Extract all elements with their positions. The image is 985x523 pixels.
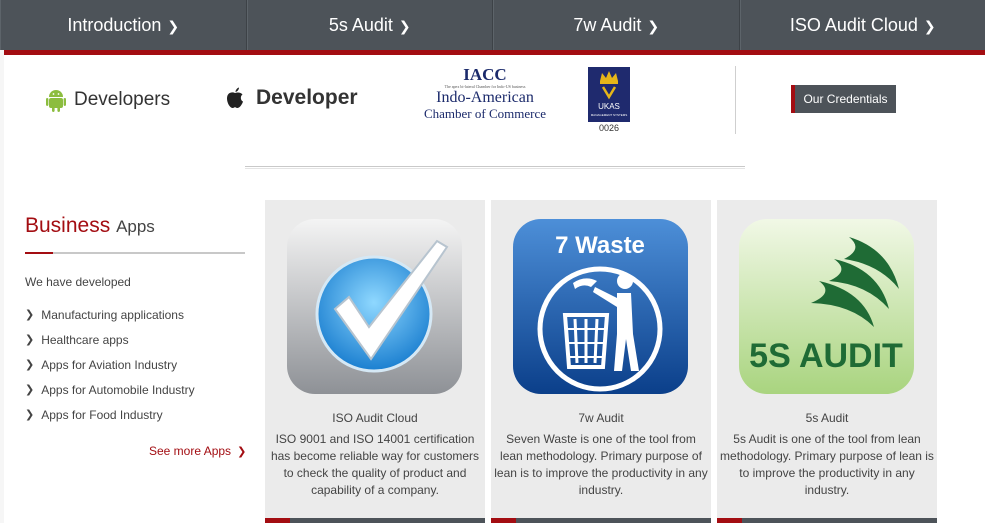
trash-bin-icon: 7 Waste xyxy=(513,219,688,394)
app-card-name: ISO Audit Cloud xyxy=(332,411,418,425)
chevron-right-icon: ❯ xyxy=(237,445,247,458)
list-item-label: Healthcare apps xyxy=(41,332,129,347)
app-card-7w-audit[interactable]: 7 Waste 7w Audit Seven Waste is one of t… xyxy=(491,200,711,523)
icon-text: 5S AUDIT xyxy=(749,337,903,375)
app-card-description: Seven Waste is one of the tool from lean… xyxy=(494,432,708,497)
chevron-right-icon: ❯ xyxy=(923,17,936,34)
ukas-sub: MANAGEMENT SYSTEMS xyxy=(591,113,628,117)
heading-underline xyxy=(25,252,245,254)
card-footer-bar xyxy=(717,518,937,523)
chevron-right-icon: ❯ xyxy=(25,409,35,421)
list-item[interactable]: ❯ Healthcare apps xyxy=(25,327,195,352)
app-card-5s-audit[interactable]: 5S AUDIT 5s Audit 5s Audit is one of the… xyxy=(717,200,937,523)
list-item-label: Apps for Automobile Industry xyxy=(41,382,195,397)
our-credentials-button[interactable]: Our Credentials xyxy=(791,85,896,113)
card-footer-bar xyxy=(265,518,485,523)
android-developers-label: Developers xyxy=(74,89,171,110)
section-divider xyxy=(245,166,745,169)
chevron-right-icon: ❯ xyxy=(398,17,411,34)
list-item-label: Apps for Aviation Industry xyxy=(41,357,178,372)
card-footer-bar xyxy=(491,518,711,523)
chevron-right-icon: ❯ xyxy=(25,309,35,321)
list-item[interactable]: ❯ Manufacturing applications xyxy=(25,302,195,327)
logo-divider xyxy=(735,66,736,134)
chevron-right-icon: ❯ xyxy=(167,17,180,34)
iacc-title: IACC xyxy=(463,65,507,84)
see-more-apps-link[interactable]: See more Apps ❯ xyxy=(149,444,246,458)
heading-main: Business xyxy=(25,214,111,237)
apple-icon xyxy=(227,87,243,108)
7w-audit-app-icon[interactable]: 7 Waste xyxy=(513,219,688,394)
checkmark-icon xyxy=(287,219,462,394)
sidebar-intro: We have developed xyxy=(25,275,131,289)
chevron-right-icon: ❯ xyxy=(25,334,35,346)
list-item-label: Apps for Food Industry xyxy=(41,407,163,422)
app-card-description: 5s Audit is one of the tool from lean me… xyxy=(720,432,934,497)
nav-item-label: 7w Audit xyxy=(573,14,642,35)
ukas-logo[interactable]: UKAS MANAGEMENT SYSTEMS 0026 xyxy=(588,67,630,133)
app-card-name: 5s Audit xyxy=(805,411,849,425)
see-more-label: See more Apps xyxy=(149,444,232,458)
business-apps-heading: Business Apps xyxy=(25,214,155,238)
list-item[interactable]: ❯ Apps for Automobile Industry xyxy=(25,377,195,402)
nav-item-5s-audit[interactable]: 5s Audit ❯ xyxy=(246,0,493,50)
chevron-right-icon: ❯ xyxy=(647,17,660,34)
crown-icon: UKAS MANAGEMENT SYSTEMS xyxy=(591,71,628,117)
chevron-right-icon: ❯ xyxy=(25,384,35,396)
leaf-icon: 5S AUDIT xyxy=(739,219,914,394)
app-card-description: ISO 9001 and ISO 14001 certification has… xyxy=(270,432,480,497)
iacc-logo[interactable]: IACC The apex bi-lateral Chamber for Ind… xyxy=(414,65,556,121)
nav-item-label: Introduction xyxy=(67,14,162,35)
iso-audit-cloud-app-icon[interactable] xyxy=(287,219,462,394)
apple-developer-label: Developer xyxy=(256,86,358,109)
icon-text: 7 Waste xyxy=(555,232,645,259)
ukas-number: 0026 xyxy=(598,123,620,133)
5s-audit-app-icon[interactable]: 5S AUDIT xyxy=(739,219,914,394)
list-item[interactable]: ❯ Apps for Food Industry xyxy=(25,402,195,427)
top-nav: Introduction ❯ 5s Audit ❯ 7w Audit ❯ ISO… xyxy=(0,0,985,50)
app-card-iso-audit-cloud[interactable]: ISO Audit Cloud ISO 9001 and ISO 14001 c… xyxy=(265,200,485,523)
ukas-text: UKAS xyxy=(598,102,620,111)
apps-list: ❯ Manufacturing applications ❯ Healthcare … xyxy=(25,302,195,427)
android-icon xyxy=(46,90,66,112)
nav-item-introduction[interactable]: Introduction ❯ xyxy=(0,0,247,50)
nav-item-label: ISO Audit Cloud xyxy=(789,14,918,35)
nav-item-label: 5s Audit xyxy=(328,14,393,35)
chevron-right-icon: ❯ xyxy=(25,359,35,371)
iacc-line1: Indo-American xyxy=(436,89,534,106)
list-item[interactable]: ❯ Apps for Aviation Industry xyxy=(25,352,195,377)
ukas-badge: UKAS MANAGEMENT SYSTEMS xyxy=(588,67,630,122)
heading-sub: Apps xyxy=(116,217,155,236)
app-card-name: 7w Audit xyxy=(578,411,624,425)
nav-item-iso-audit-cloud[interactable]: ISO Audit Cloud ❯ xyxy=(739,0,985,50)
apple-developer-logo[interactable]: Developer xyxy=(226,86,358,110)
list-item-label: Manufacturing applications xyxy=(41,307,184,322)
nav-item-7w-audit[interactable]: 7w Audit ❯ xyxy=(493,0,740,50)
iacc-line2: Chamber of Commerce xyxy=(423,106,546,121)
android-developers-logo[interactable]: Developers xyxy=(46,88,170,112)
